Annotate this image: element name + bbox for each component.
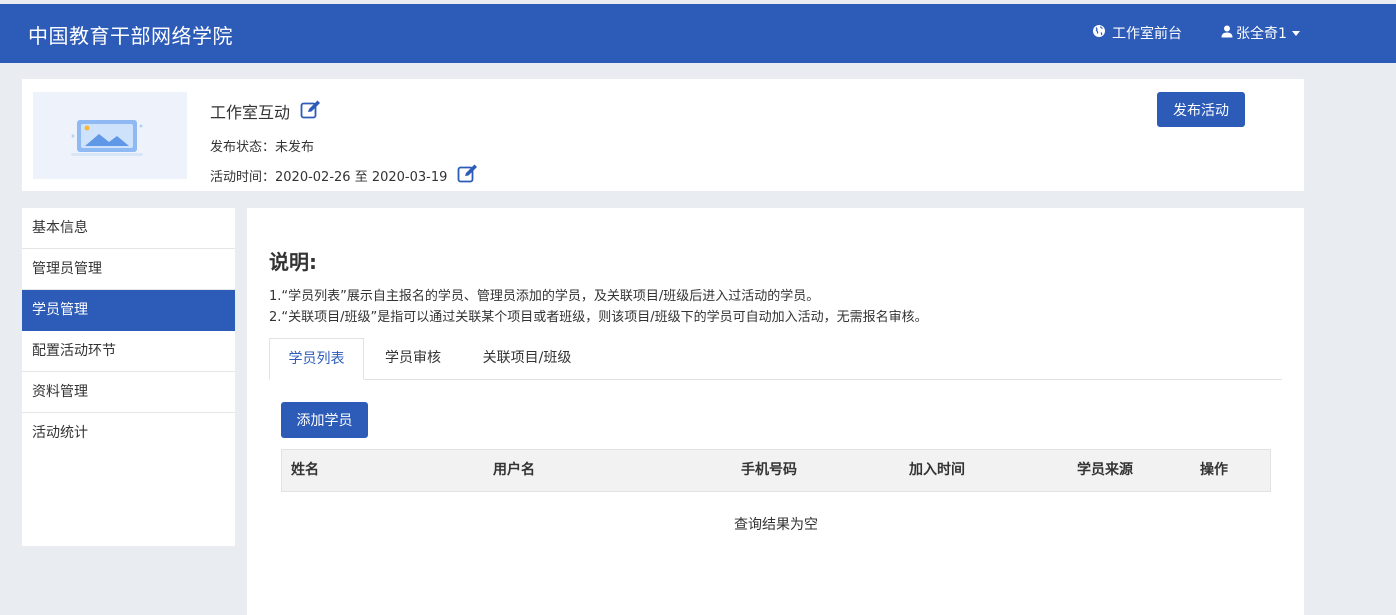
student-management-panel: 说明: 1.“学员列表”展示自主报名的学员、管理员添加的学员，及关联项目/班级后… <box>247 208 1304 615</box>
empty-result-message: 查询结果为空 <box>734 517 818 533</box>
student-tabs: 学员列表 学员审核 关联项目/班级 <box>269 338 1282 380</box>
publish-status: 发布状态：未发布 <box>210 136 314 155</box>
user-name: 张全奇1 <box>1236 26 1287 42</box>
student-table-header: 姓名 用户名 手机号码 加入时间 学员来源 操作 <box>281 449 1271 492</box>
column-header-phone: 手机号码 <box>741 462 797 478</box>
user-icon <box>1221 25 1233 42</box>
column-header-name: 姓名 <box>291 462 319 478</box>
activity-title-row: 工作室互动 <box>210 99 322 123</box>
activity-header-card: 工作室互动 发布状态：未发布 活动时间：2020-02-26 至 2020-03… <box>22 79 1304 191</box>
studio-front-label: 工作室前台 <box>1112 26 1182 42</box>
tab-student-list[interactable]: 学员列表 <box>269 338 364 380</box>
sidebar-item-activity-config[interactable]: 配置活动环节 <box>22 331 235 372</box>
site-brand[interactable]: 中国教育干部网络学院 <box>28 20 233 49</box>
studio-front-link[interactable]: 工作室前台 <box>1092 23 1182 43</box>
sidebar-item-basic-info[interactable]: 基本信息 <box>22 208 235 249</box>
activity-time-label: 活动时间： <box>210 169 276 185</box>
publish-status-value: 未发布 <box>275 140 315 155</box>
sidebar-item-student-management[interactable]: 学员管理 <box>22 290 235 331</box>
activity-thumbnail <box>33 92 187 179</box>
publish-activity-button[interactable]: 发布活动 <box>1157 92 1245 127</box>
tab-student-review[interactable]: 学员审核 <box>371 338 455 380</box>
activity-time-value: 2020-02-26 至 2020-03-19 <box>275 169 448 185</box>
activity-title: 工作室互动 <box>210 103 291 122</box>
column-header-username: 用户名 <box>493 462 535 478</box>
sidebar-item-material-management[interactable]: 资料管理 <box>22 372 235 413</box>
edit-icon[interactable] <box>300 99 322 123</box>
user-menu[interactable]: 张全奇1 <box>1221 23 1300 43</box>
top-navbar: 中国教育干部网络学院 工作室前台 张全奇1 <box>0 4 1396 63</box>
tab-linked-projects[interactable]: 关联项目/班级 <box>469 338 585 380</box>
column-header-actions: 操作 <box>1200 462 1228 478</box>
description-line: 2.“关联项目/班级”是指可以通过关联某个项目或者班级，则该项目/班级下的学员可… <box>269 310 928 325</box>
description-line: 1.“学员列表”展示自主报名的学员、管理员添加的学员，及关联项目/班级后进入过活… <box>269 289 820 304</box>
add-student-button[interactable]: 添加学员 <box>281 402 368 438</box>
description-title: 说明: <box>269 250 317 274</box>
chevron-down-icon <box>1291 30 1300 36</box>
sidebar-item-activity-stats[interactable]: 活动统计 <box>22 413 235 454</box>
activity-time-row: 活动时间：2020-02-26 至 2020-03-19 <box>210 163 479 187</box>
globe-icon <box>1092 24 1106 42</box>
column-header-join-time: 加入时间 <box>909 462 965 478</box>
edit-time-icon[interactable] <box>457 163 479 187</box>
sidebar-item-admin-management[interactable]: 管理员管理 <box>22 249 235 290</box>
sidebar-menu: 基本信息 管理员管理 学员管理 配置活动环节 资料管理 活动统计 <box>22 208 235 546</box>
column-header-source: 学员来源 <box>1077 462 1133 478</box>
publish-status-label: 发布状态： <box>210 140 276 155</box>
